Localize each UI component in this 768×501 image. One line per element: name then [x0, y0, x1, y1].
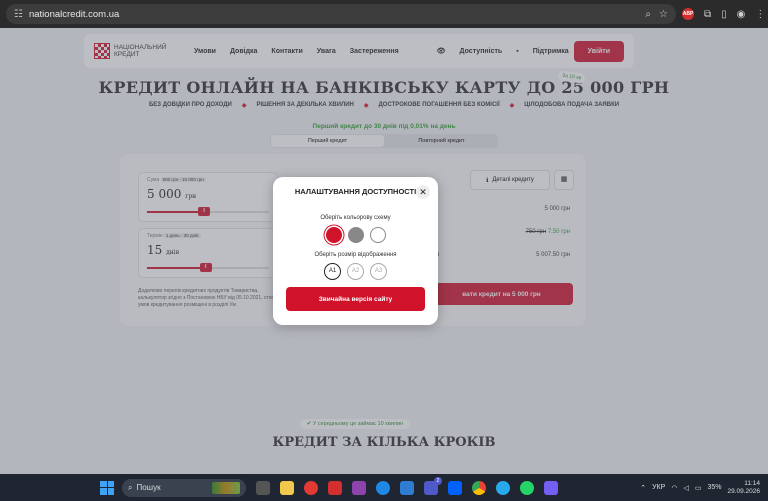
accessibility-modal: ✕ НАЛАШТУВАННЯ ДОСТУПНОСТІ Оберіть кольо… [273, 177, 438, 325]
size-option-a1[interactable]: A1 [324, 263, 341, 280]
chrome-icon[interactable] [472, 480, 486, 495]
language-indicator[interactable]: УКР [652, 484, 665, 491]
wifi-icon[interactable]: ◠ [671, 484, 677, 492]
color-scheme-options [273, 227, 438, 243]
time: 11:14 [744, 479, 760, 487]
viber-icon[interactable] [544, 480, 558, 495]
color-option-white[interactable] [369, 227, 386, 243]
notification-badge: 2 [434, 476, 442, 485]
zoom-icon[interactable]: ⌕ [645, 9, 651, 20]
sidebar-icon[interactable]: ▯ [721, 9, 727, 20]
l-app-icon[interactable] [328, 480, 342, 495]
telegram-icon[interactable] [496, 480, 510, 495]
system-tray: ⌃ УКР ◠ ◁ ▭ 35% 11:14 29.09.2026 [640, 480, 768, 496]
search-highlight-image [212, 481, 240, 494]
size-option-a3[interactable]: A3 [370, 263, 387, 280]
color-option-red[interactable] [325, 227, 342, 243]
more-icon[interactable]: ⋮ [755, 9, 765, 20]
teams-icon[interactable]: 2 [424, 476, 442, 495]
opera-icon[interactable] [304, 480, 318, 495]
browser-toolbar: ☷ nationalcredit.com.ua ⌕ ☆ ABP ⧉ ▯ ◉ ⋮ [0, 0, 768, 28]
close-icon[interactable]: ✕ [416, 185, 430, 199]
store-icon[interactable] [400, 480, 414, 495]
speaker-icon[interactable]: ◁ [683, 484, 688, 492]
color-option-gray[interactable] [347, 227, 364, 243]
modal-title: НАЛАШТУВАННЯ ДОСТУПНОСТІ [294, 187, 417, 196]
windows-start-icon[interactable] [100, 480, 114, 495]
size-options: A1 A2 A3 [273, 263, 438, 280]
tune-icon[interactable]: ☷ [14, 9, 23, 20]
clock[interactable]: 11:14 29.09.2026 [727, 480, 760, 496]
taskbar-search[interactable]: ⌕ Пошук [122, 478, 246, 497]
chevron-up-icon[interactable]: ⌃ [640, 484, 646, 492]
address-bar[interactable]: ☷ nationalcredit.com.ua ⌕ ☆ [6, 4, 676, 24]
whatsapp-icon[interactable] [520, 480, 534, 495]
normal-version-button[interactable]: Звичайна версія сайту [286, 287, 425, 311]
task-view-icon[interactable] [256, 480, 270, 495]
taskbar-apps: 2 [256, 476, 558, 495]
battery-icon[interactable]: ▭ [695, 484, 702, 492]
date: 29.09.2026 [727, 487, 760, 495]
search-icon: ⌕ [128, 482, 133, 492]
extensions-icon[interactable]: ⧉ [704, 9, 711, 20]
size-label: Оберіть розмір відображення [314, 252, 397, 258]
abp-icon[interactable]: ABP [682, 8, 694, 20]
battery-percent: 35% [707, 484, 722, 491]
copilot-icon[interactable] [352, 480, 366, 495]
file-explorer-icon[interactable] [280, 480, 294, 495]
size-option-a2[interactable]: A2 [347, 263, 364, 280]
color-scheme-label: Оберіть кольорову схему [320, 215, 391, 221]
dropbox-icon[interactable] [448, 480, 462, 495]
url-text: nationalcredit.com.ua [28, 8, 120, 20]
search-label: Пошук [136, 483, 161, 492]
profile-icon[interactable]: ◉ [737, 9, 746, 20]
taskbar: ⌕ Пошук 2 ⌃ УКР ◠ ◁ ▭ 35% 11:14 29.09.20… [0, 474, 768, 501]
star-icon[interactable]: ☆ [659, 9, 668, 20]
edge-icon[interactable] [376, 480, 390, 495]
